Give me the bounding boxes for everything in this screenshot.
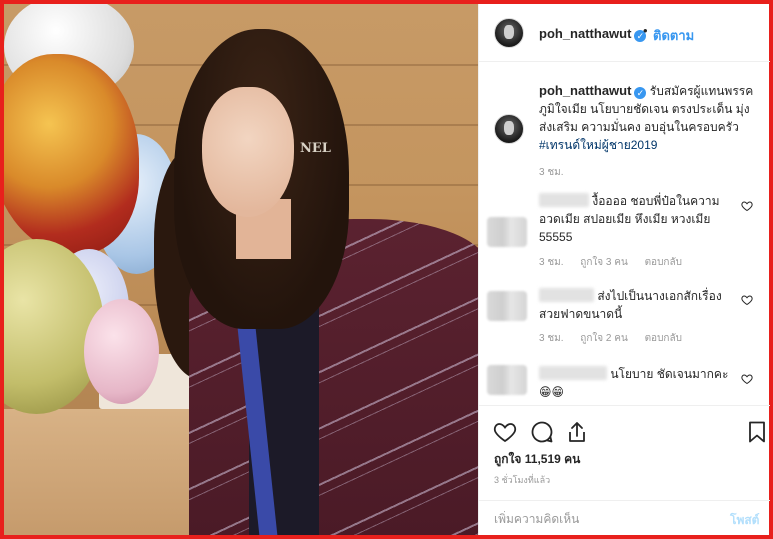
blurred-avatar	[487, 217, 527, 247]
woman-figure: NEL	[154, 29, 478, 535]
caption-username[interactable]: poh_natthawut	[539, 83, 631, 98]
caption-time[interactable]: 3 ชม.	[539, 165, 564, 180]
post-actions: ถูกใจ 11,519 คน 3 ชั่วโมงที่แล้ว	[479, 405, 770, 500]
reply-button[interactable]: ตอบกลับ	[645, 333, 682, 344]
share-icon[interactable]	[565, 420, 589, 444]
comment-text: งื้ออออ ชอบพี่ป๋อในความอวดเมีย สปอยเมีย …	[539, 192, 734, 246]
comment-body: นโยบาย ชัดเจนมากคะ	[610, 367, 729, 381]
like-comment-heart-icon[interactable]	[741, 200, 753, 212]
earring-letters: NEL	[300, 139, 331, 219]
heart-icon[interactable]	[493, 420, 517, 444]
comment-icon[interactable]	[530, 420, 554, 444]
post-header: poh_natthawut ✓ • ติดตาม	[479, 4, 770, 62]
likes-count[interactable]: ถูกใจ 11,519 คน	[494, 450, 580, 469]
comment-meta: 3 ชม. ถูกใจ 2 คน ตอบกลับ	[539, 331, 696, 346]
bookmark-icon[interactable]	[745, 420, 769, 444]
blurred-username	[539, 193, 589, 207]
avatar[interactable]	[494, 18, 524, 48]
blurred-avatar	[487, 365, 527, 395]
comment-likes[interactable]: ถูกใจ 3 คน	[580, 257, 628, 268]
separator-dot: •	[643, 23, 648, 38]
post-caption: poh_natthawut ✓ รับสมัครผู้แทนพรรคภูมิใจเ…	[479, 62, 770, 187]
blurred-username	[539, 288, 594, 302]
balloon-pink	[84, 299, 159, 404]
blurred-username	[539, 366, 607, 380]
comment: งื้ออออ ชอบพี่ป๋อในความอวดเมีย สปอยเมีย …	[479, 187, 770, 268]
blurred-avatar	[487, 291, 527, 321]
caption-text: poh_natthawut ✓ รับสมัครผู้แทนพรรคภูมิใจเ…	[539, 82, 759, 154]
comment-emoji: 😁😁	[539, 385, 565, 399]
comment: นโยบาย ชัดเจนมากคะ 😁😁	[479, 359, 770, 404]
comment-text: นโยบาย ชัดเจนมากคะ 😁😁	[539, 365, 734, 401]
reply-button[interactable]: ตอบกลับ	[645, 257, 682, 268]
add-comment-bar: โพสต์	[479, 500, 770, 535]
comment-meta: 3 ชม. ถูกใจ 3 คน ตอบกลับ	[539, 255, 696, 270]
like-comment-heart-icon[interactable]	[741, 373, 753, 385]
posted-time[interactable]: 3 ชั่วโมงที่แล้ว	[494, 473, 550, 487]
post-photo[interactable]: NEL	[4, 4, 478, 535]
comment-time[interactable]: 3 ชม.	[539, 257, 564, 268]
like-comment-heart-icon[interactable]	[741, 294, 753, 306]
verified-badge-icon: ✓	[634, 87, 647, 99]
face	[202, 87, 294, 217]
avatar[interactable]	[494, 114, 524, 144]
comment: ส่งไปเป็นนางเอกสักเรื่อง สวยฟาดขนาดนี้ 3…	[479, 279, 770, 344]
username-link[interactable]: poh_natthawut	[539, 26, 631, 41]
comment-text: ส่งไปเป็นนางเอกสักเรื่อง สวยฟาดขนาดนี้	[539, 287, 734, 323]
post-button[interactable]: โพสต์	[730, 511, 759, 530]
hashtag-link[interactable]: #เทรนด์ใหม่ผู้ชาย2019	[539, 138, 657, 152]
comment-time[interactable]: 3 ชม.	[539, 333, 564, 344]
comment-input[interactable]	[494, 511, 714, 527]
post-side-panel: poh_natthawut ✓ • ติดตาม poh_natthawut ✓ ร…	[478, 4, 770, 535]
follow-button[interactable]: ติดตาม	[653, 25, 694, 46]
header-username[interactable]: poh_natthawut ✓	[539, 25, 647, 43]
comment-likes[interactable]: ถูกใจ 2 คน	[580, 333, 628, 344]
